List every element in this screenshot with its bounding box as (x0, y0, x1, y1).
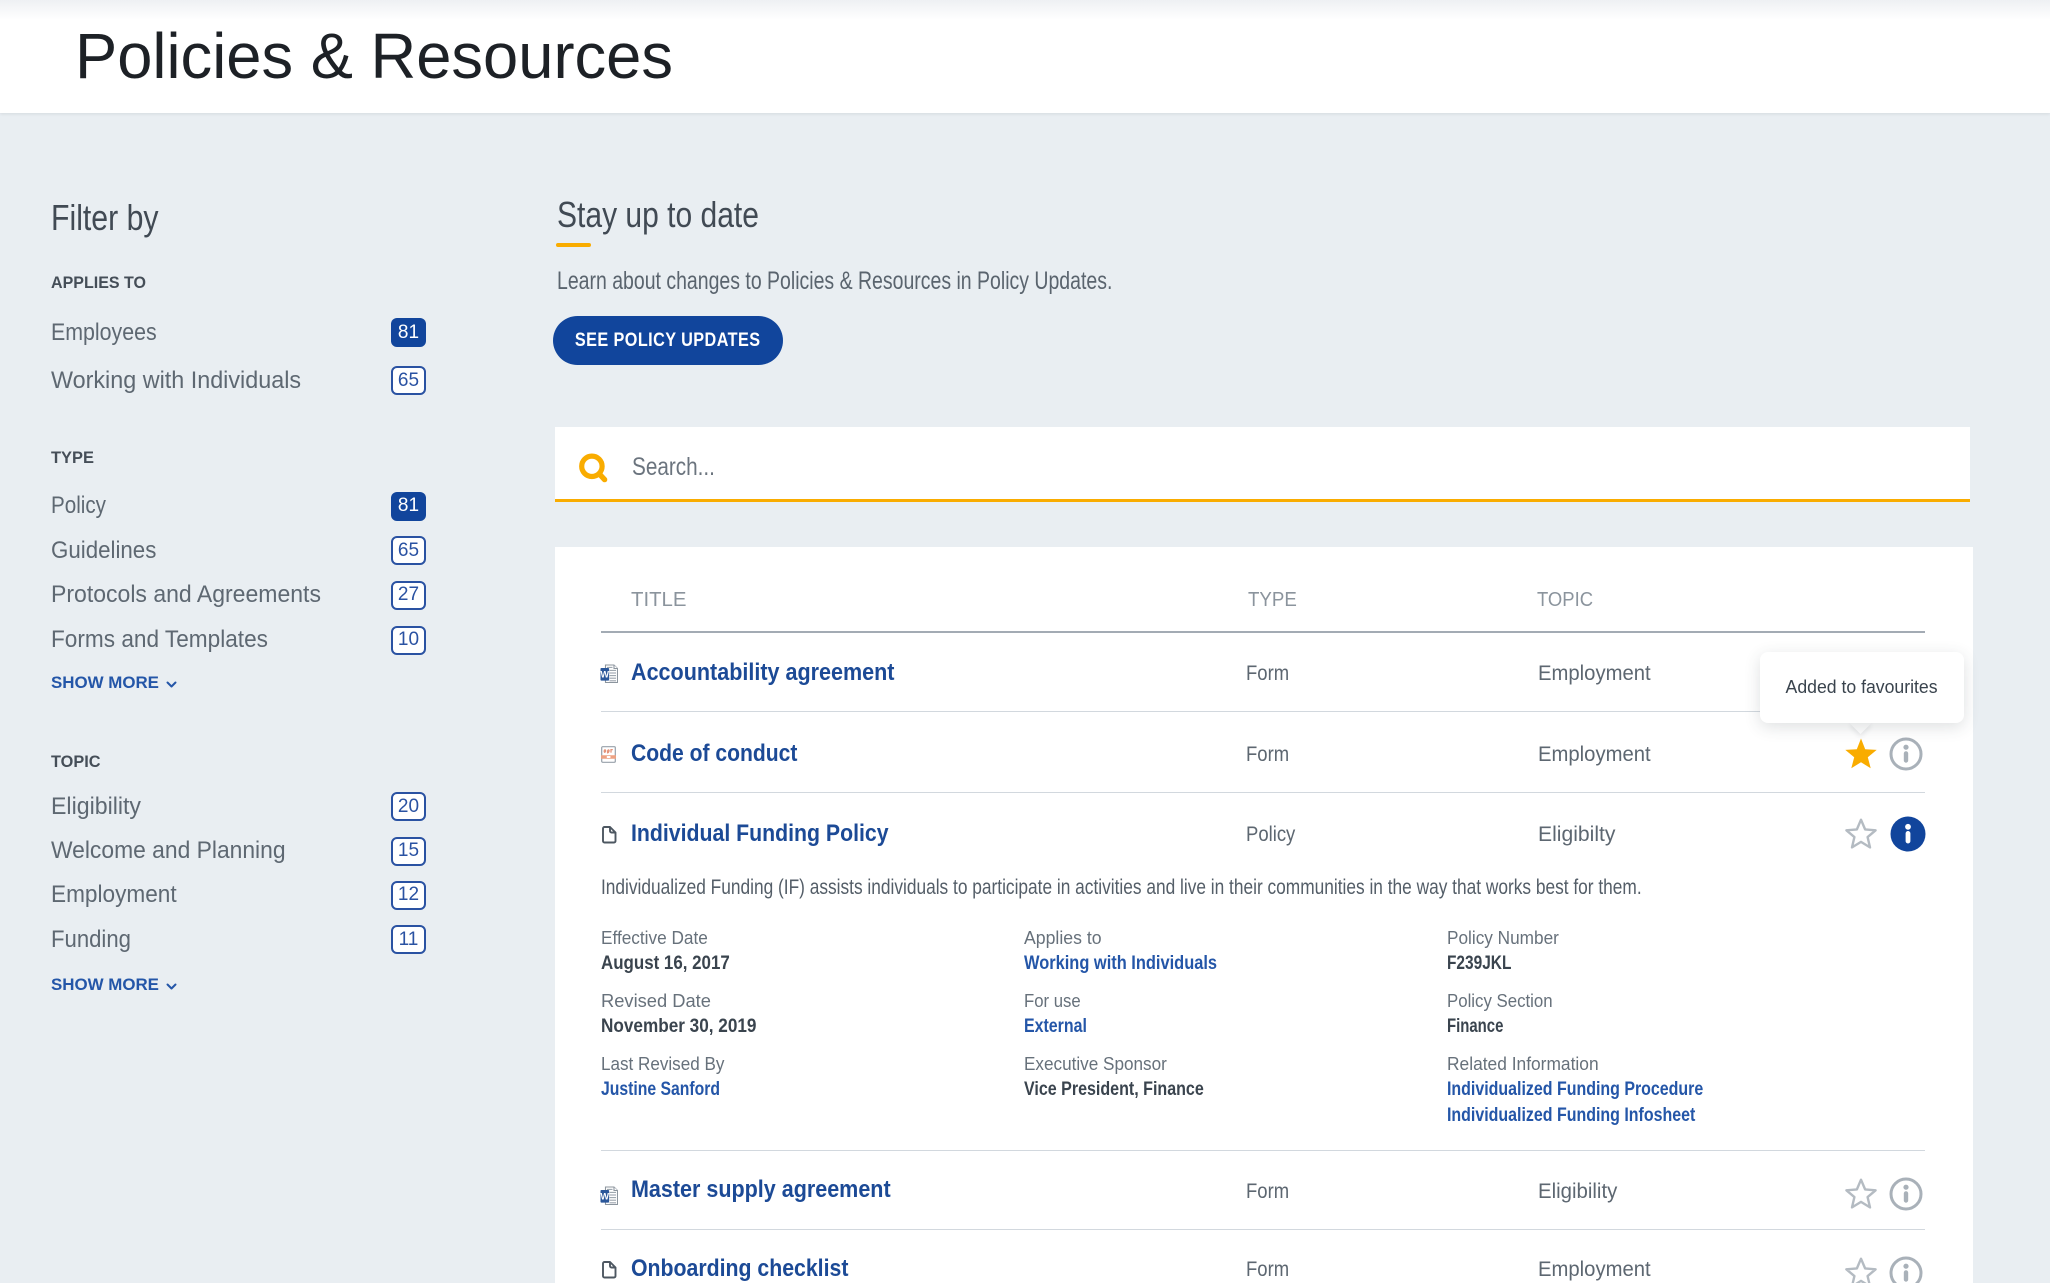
svg-text:W: W (601, 1192, 610, 1202)
svg-text:W: W (601, 670, 610, 680)
